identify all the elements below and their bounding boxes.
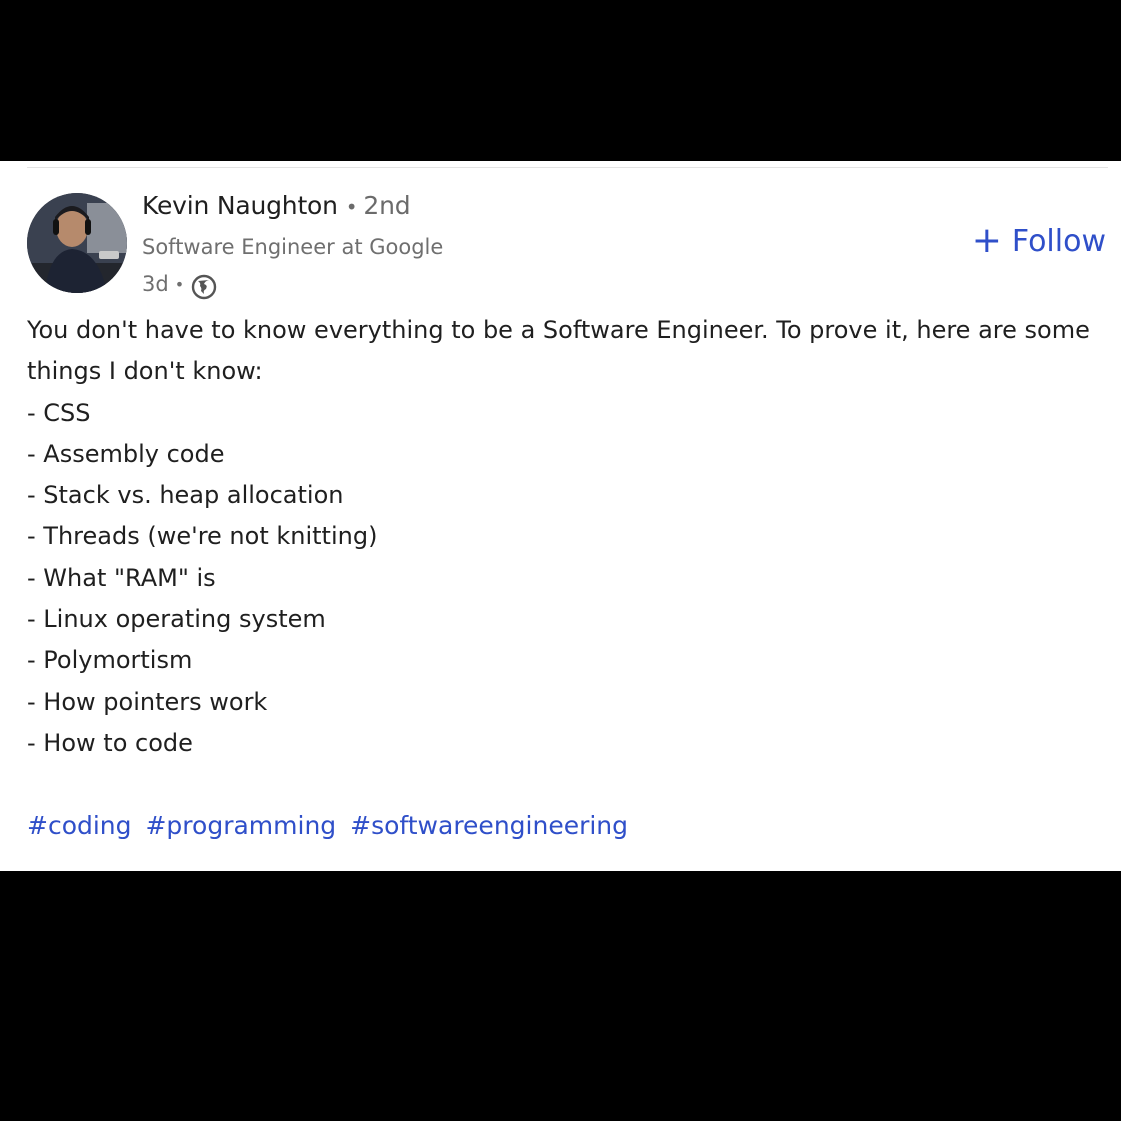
list-item: - What "RAM" is bbox=[27, 563, 216, 592]
post-meta: 3d • bbox=[142, 267, 218, 301]
list-item: - Threads (we're not knitting) bbox=[27, 522, 378, 551]
connection-degree: 2nd bbox=[363, 191, 411, 220]
author-name-row[interactable]: Kevin Naughton • 2nd bbox=[142, 191, 411, 220]
hashtags: #coding #programming #softwareengineerin… bbox=[27, 811, 634, 840]
list-item: - How pointers work bbox=[27, 687, 268, 716]
list-item: - Assembly code bbox=[27, 439, 225, 468]
degree-separator: • bbox=[345, 195, 358, 219]
post-list: - CSS - Assembly code - Stack vs. heap a… bbox=[27, 393, 1094, 765]
avatar[interactable] bbox=[27, 193, 127, 293]
meta-separator: • bbox=[174, 274, 185, 294]
follow-label: Follow bbox=[1011, 223, 1106, 259]
author-name[interactable]: Kevin Naughton bbox=[142, 191, 338, 220]
list-item: - How to code bbox=[27, 728, 193, 757]
divider bbox=[27, 167, 1108, 168]
globe-icon bbox=[190, 273, 218, 301]
avatar-photo bbox=[27, 193, 127, 293]
list-item: - Stack vs. heap allocation bbox=[27, 481, 344, 510]
post-card: Kevin Naughton • 2nd Software Engineer at … bbox=[0, 161, 1121, 871]
post-body: You don't have to know everything to be … bbox=[27, 310, 1094, 764]
author-headline: Software Engineer at Google bbox=[142, 235, 444, 259]
list-item: - CSS bbox=[27, 398, 91, 427]
post-time: 3d bbox=[142, 272, 169, 296]
hashtag-programming[interactable]: #programming bbox=[145, 811, 336, 840]
post-intro: You don't have to know everything to be … bbox=[27, 316, 1090, 386]
follow-button[interactable]: + Follow bbox=[972, 223, 1106, 259]
hashtag-coding[interactable]: #coding bbox=[27, 811, 132, 840]
list-item: - Polymortism bbox=[27, 646, 193, 675]
plus-icon: + bbox=[971, 220, 1002, 261]
hashtag-softwareengineering[interactable]: #softwareengineering bbox=[350, 811, 628, 840]
list-item: - Linux operating system bbox=[27, 605, 326, 634]
